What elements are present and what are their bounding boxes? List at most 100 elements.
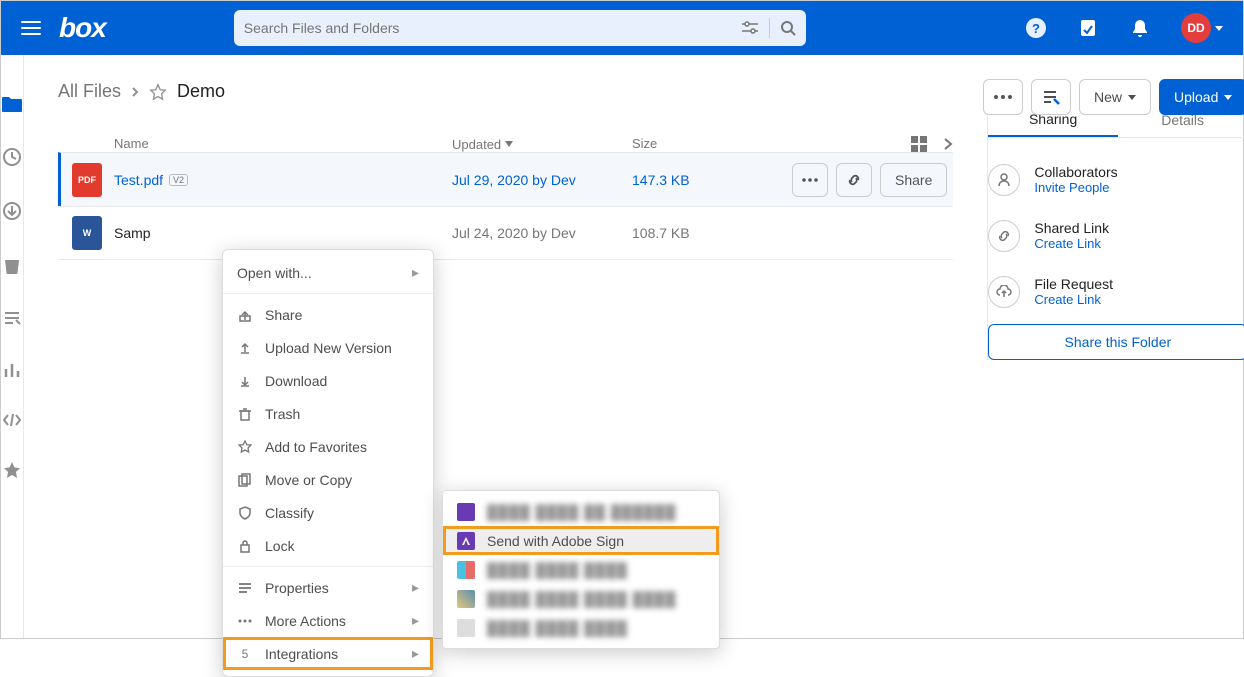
panel-collaborators: CollaboratorsInvite People bbox=[988, 156, 1244, 212]
divider bbox=[769, 18, 770, 38]
sm-item[interactable]: ████ ████ ████ bbox=[443, 613, 719, 642]
create-file-request-link[interactable]: Create Link bbox=[1034, 292, 1113, 307]
star-icon bbox=[237, 440, 253, 454]
integration-icon bbox=[457, 590, 475, 608]
integrations-submenu: ████ ████ ██ ██████ Send with Adobe Sign… bbox=[442, 490, 720, 649]
file-name[interactable]: Test.pdf V2 bbox=[114, 172, 452, 188]
sidebar-dev-icon[interactable] bbox=[2, 413, 22, 427]
file-name[interactable]: Samp bbox=[114, 225, 452, 241]
row-share-button[interactable]: Share bbox=[880, 163, 947, 197]
list-icon bbox=[237, 582, 253, 594]
hamburger-menu-icon[interactable] bbox=[21, 21, 41, 35]
cm-upload-version[interactable]: Upload New Version bbox=[223, 331, 433, 364]
sm-item[interactable]: ████ ████ ████ bbox=[443, 555, 719, 584]
download-icon bbox=[237, 374, 253, 388]
file-size: 147.3 KB bbox=[632, 172, 792, 188]
share-folder-button[interactable]: Share this Folder bbox=[988, 324, 1244, 360]
copy-icon bbox=[237, 473, 253, 487]
svg-text:?: ? bbox=[1032, 21, 1040, 36]
cm-classify[interactable]: Classify bbox=[223, 496, 433, 529]
table-row[interactable]: W Samp Jul 24, 2020 by Dev 108.7 KB bbox=[58, 206, 953, 260]
expand-panel-icon[interactable] bbox=[943, 137, 953, 151]
upload-cloud-icon bbox=[988, 276, 1020, 308]
adobe-sign-icon bbox=[457, 532, 475, 550]
search-bar[interactable] bbox=[234, 10, 806, 46]
integrations-count: 5 bbox=[237, 647, 253, 661]
version-badge: V2 bbox=[169, 174, 188, 186]
sm-item[interactable]: ████ ████ ████ ████ bbox=[443, 584, 719, 613]
favorite-star-icon[interactable] bbox=[149, 83, 167, 101]
row-more-button[interactable] bbox=[792, 163, 828, 197]
invite-people-link[interactable]: Invite People bbox=[1034, 180, 1117, 195]
panel-shared-link: Shared LinkCreate Link bbox=[988, 212, 1244, 268]
filter-icon[interactable] bbox=[741, 21, 759, 35]
more-icon bbox=[237, 619, 253, 623]
sort-down-icon bbox=[505, 141, 513, 147]
cm-open-with[interactable]: Open with...▸ bbox=[223, 256, 433, 289]
person-icon bbox=[988, 164, 1020, 196]
user-menu[interactable]: DD bbox=[1181, 13, 1223, 43]
sidebar-download-icon[interactable] bbox=[2, 201, 22, 221]
column-name[interactable]: Name bbox=[114, 136, 452, 152]
file-context-menu: Open with...▸ Share Upload New Version D… bbox=[222, 249, 434, 677]
search-container bbox=[234, 10, 806, 46]
sm-adobe-sign[interactable]: Send with Adobe Sign bbox=[443, 526, 719, 555]
sidebar-analytics-icon[interactable] bbox=[3, 361, 21, 379]
avatar: DD bbox=[1181, 13, 1211, 43]
cm-more-actions[interactable]: More Actions▸ bbox=[223, 604, 433, 637]
more-options-button[interactable] bbox=[983, 79, 1023, 115]
right-panel: Sharing Details CollaboratorsInvite Peop… bbox=[987, 102, 1244, 360]
cm-trash[interactable]: Trash bbox=[223, 397, 433, 430]
lock-icon bbox=[237, 539, 253, 553]
cm-lock[interactable]: Lock bbox=[223, 529, 433, 562]
shield-icon bbox=[237, 506, 253, 520]
body: All Files Demo New Upload Name bbox=[1, 55, 1243, 638]
panel-file-request: File RequestCreate Link bbox=[988, 268, 1244, 324]
file-size: 108.7 KB bbox=[632, 225, 792, 241]
search-right-icons bbox=[741, 18, 796, 38]
row-link-button[interactable] bbox=[836, 163, 872, 197]
sidebar-notes-icon[interactable] bbox=[3, 309, 21, 327]
integration-icon bbox=[457, 561, 475, 579]
pdf-icon: PDF bbox=[72, 163, 102, 197]
sidebar-favorites-icon[interactable] bbox=[2, 461, 22, 481]
header-right: ? DD bbox=[1025, 13, 1223, 43]
integration-icon bbox=[457, 619, 475, 637]
bell-icon[interactable] bbox=[1129, 17, 1151, 39]
search-icon[interactable] bbox=[780, 20, 796, 36]
cm-download[interactable]: Download bbox=[223, 364, 433, 397]
column-updated[interactable]: Updated bbox=[452, 136, 632, 152]
left-sidebar bbox=[1, 55, 24, 638]
table-row[interactable]: PDF Test.pdf V2 Jul 29, 2020 by Dev 147.… bbox=[58, 152, 953, 206]
new-button[interactable]: New bbox=[1079, 79, 1151, 115]
sm-item[interactable]: ████ ████ ██ ██████ bbox=[443, 497, 719, 526]
upload-button[interactable]: Upload bbox=[1159, 79, 1244, 115]
create-shared-link[interactable]: Create Link bbox=[1034, 236, 1109, 251]
cm-properties[interactable]: Properties▸ bbox=[223, 571, 433, 604]
upload-icon bbox=[237, 341, 253, 355]
chevron-right-icon bbox=[131, 86, 139, 98]
integration-icon bbox=[457, 503, 475, 521]
cm-share[interactable]: Share bbox=[223, 298, 433, 331]
grid-view-icon[interactable] bbox=[911, 136, 927, 152]
box-logo[interactable]: box bbox=[59, 12, 106, 44]
sidebar-recent-icon[interactable] bbox=[2, 147, 22, 167]
search-input[interactable] bbox=[244, 20, 741, 36]
row-actions: Share bbox=[792, 163, 947, 197]
sidebar-folder-icon[interactable] bbox=[1, 95, 23, 113]
app-header: box ? DD bbox=[1, 1, 1243, 55]
share-icon bbox=[237, 308, 253, 322]
column-size[interactable]: Size bbox=[632, 136, 792, 152]
file-updated: Jul 24, 2020 by Dev bbox=[452, 225, 632, 241]
breadcrumb-root[interactable]: All Files bbox=[58, 81, 121, 102]
chevron-right-icon: ▸ bbox=[412, 645, 419, 662]
cm-move-copy[interactable]: Move or Copy bbox=[223, 463, 433, 496]
cm-integrations[interactable]: 5Integrations▸ bbox=[223, 637, 433, 670]
docx-icon: W bbox=[72, 216, 102, 250]
notes-button[interactable] bbox=[1031, 79, 1071, 115]
sidebar-trash-icon[interactable] bbox=[3, 255, 21, 275]
main-content: All Files Demo New Upload Name bbox=[24, 55, 1244, 638]
cm-favorites[interactable]: Add to Favorites bbox=[223, 430, 433, 463]
help-icon[interactable]: ? bbox=[1025, 17, 1047, 39]
notes-icon[interactable] bbox=[1077, 17, 1099, 39]
